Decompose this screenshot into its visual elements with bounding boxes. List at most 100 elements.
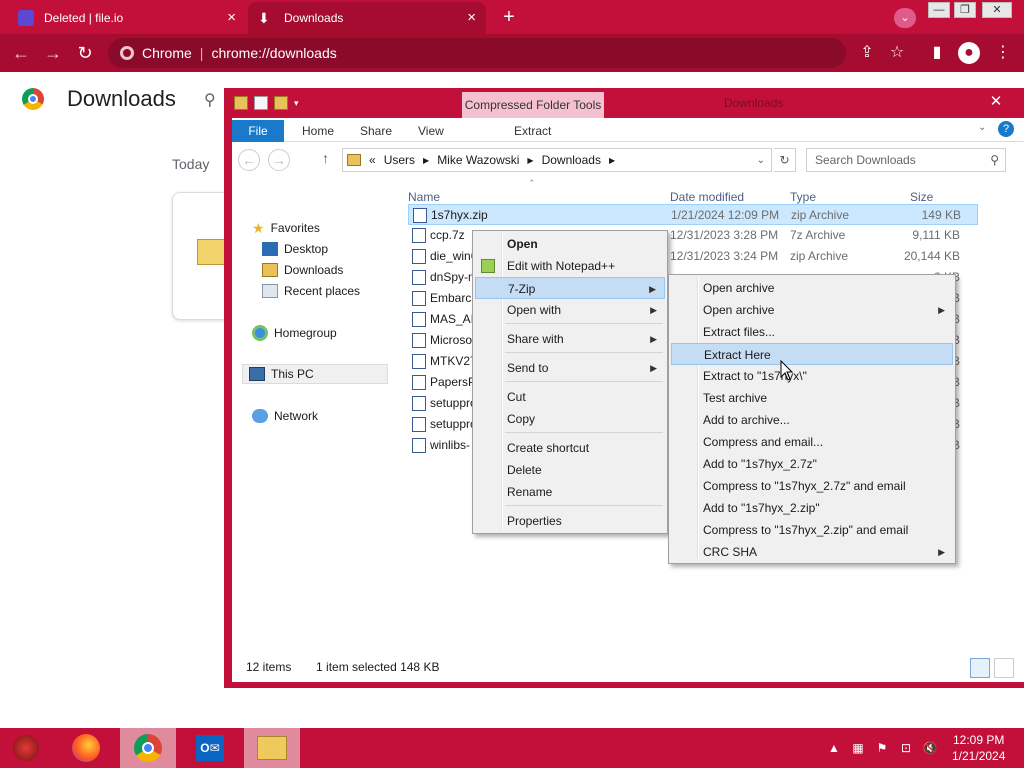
breadcrumb-item-users[interactable]: Users — [384, 153, 415, 167]
nav-item-downloads[interactable]: Downloads — [262, 260, 343, 280]
nav-item-homegroup[interactable]: Homegroup — [252, 323, 337, 343]
tab-extract[interactable]: Extract — [514, 120, 551, 142]
column-header-name[interactable]: Name — [408, 190, 440, 204]
show-hidden-icons-icon[interactable]: ▲ — [826, 740, 842, 756]
menu-item-rename[interactable]: Rename — [475, 481, 665, 503]
share-icon[interactable]: ⇪ — [856, 42, 878, 64]
help-icon[interactable]: ? — [998, 121, 1014, 137]
menu-item-share-with[interactable]: Share with ▶ — [475, 328, 665, 350]
minimize-button[interactable]: — — [928, 2, 950, 18]
tab-share[interactable]: Share — [360, 120, 392, 142]
menu-item-properties[interactable]: Properties — [475, 510, 665, 532]
menu-item-compress-and-email[interactable]: Compress and email... — [671, 431, 953, 453]
breadcrumb-item-user[interactable]: Mike Wazowski — [437, 153, 519, 167]
menu-item-create-shortcut[interactable]: Create shortcut — [475, 437, 665, 459]
breadcrumb[interactable]: « Users ▶ Mike Wazowski ▶ Downloads ▶ ⌄ — [342, 148, 772, 172]
close-window-button[interactable]: ✕ — [974, 92, 1018, 112]
chevron-down-icon[interactable]: ⌄ — [757, 155, 765, 166]
nav-item-this-pc[interactable]: This PC — [242, 364, 388, 384]
up-arrow-icon[interactable]: ↑ — [322, 150, 329, 166]
more-menu-icon[interactable]: ⋮ — [992, 42, 1014, 64]
column-header-type[interactable]: Type — [790, 190, 816, 204]
profile-avatar-icon[interactable]: ● — [958, 42, 980, 64]
menu-item-crc-sha[interactable]: CRC SHA ▶ — [671, 541, 953, 563]
taskbar-file-explorer[interactable] — [244, 728, 300, 768]
taskbar-firefox[interactable] — [58, 728, 114, 768]
menu-item-open[interactable]: Open — [475, 233, 665, 255]
menu-item-compress-zip-email[interactable]: Compress to "1s7hyx_2.zip" and email — [671, 519, 953, 541]
column-header-size[interactable]: Size — [910, 190, 933, 204]
customize-qat-icon[interactable]: ▾ — [294, 96, 299, 112]
menu-item-send-to[interactable]: Send to ▶ — [475, 357, 665, 379]
search-icon[interactable]: ⚲ — [204, 90, 216, 110]
file-io-favicon-icon — [18, 10, 34, 26]
folder-icon[interactable] — [234, 96, 248, 110]
file-row[interactable]: 1s7hyx.zip 1/21/2024 12:09 PM zip Archive 1… — [408, 204, 978, 225]
window-title: Downloads — [724, 96, 784, 110]
menu-item-cut[interactable]: Cut — [475, 386, 665, 408]
menu-item-7zip[interactable]: 7-Zip ▶ — [475, 277, 665, 299]
tab-view[interactable]: View — [418, 120, 444, 142]
volume-muted-icon[interactable]: 🔇 — [922, 740, 938, 756]
forward-arrow-icon[interactable]: → — [42, 43, 64, 65]
tab-home[interactable]: Home — [302, 120, 334, 142]
back-arrow-icon[interactable]: ← — [10, 43, 32, 65]
start-button[interactable] — [0, 728, 52, 768]
tab-downloads[interactable]: ⬇ Downloads × — [248, 2, 486, 34]
chevron-right-icon[interactable]: ▶ — [423, 156, 429, 165]
restore-button[interactable]: ❐ — [954, 2, 976, 18]
new-tab-button[interactable]: + — [498, 7, 520, 28]
tab-search-button[interactable]: ⌄ — [894, 8, 916, 28]
menu-item-delete[interactable]: Delete — [475, 459, 665, 481]
menu-item-open-archive-submenu[interactable]: Open archive ▶ — [671, 299, 953, 321]
address-bar[interactable]: Chrome | chrome://downloads — [108, 38, 846, 68]
taskbar-outlook[interactable]: O✉ — [182, 728, 238, 768]
properties-icon[interactable] — [254, 96, 268, 110]
tray-app-icon[interactable]: ▦ — [850, 740, 866, 756]
close-tab-icon[interactable]: × — [467, 10, 476, 25]
large-icons-view-icon[interactable] — [994, 658, 1014, 678]
network-icon[interactable]: ⊡ — [898, 740, 914, 756]
expand-ribbon-icon[interactable]: ⌄ — [978, 122, 986, 133]
nav-item-network[interactable]: Network — [252, 406, 318, 426]
nav-item-desktop[interactable]: Desktop — [262, 239, 328, 259]
forward-button[interactable]: → — [268, 149, 290, 171]
menu-item-edit-notepadpp[interactable]: Edit with Notepad++ — [475, 255, 665, 277]
menu-item-add-to-zip[interactable]: Add to "1s7hyx_2.zip" — [671, 497, 953, 519]
breadcrumb-item-downloads[interactable]: Downloads — [542, 153, 601, 167]
bookmark-star-icon[interactable]: ☆ — [886, 42, 908, 64]
chevron-right-icon[interactable]: ▶ — [527, 156, 533, 165]
back-button[interactable]: ← — [238, 149, 260, 171]
menu-item-open-archive[interactable]: Open archive — [671, 277, 953, 299]
breadcrumb-overflow[interactable]: « — [369, 153, 376, 167]
taskbar-chrome[interactable] — [120, 728, 176, 768]
menu-item-add-to-archive[interactable]: Add to archive... — [671, 409, 953, 431]
browser-tab-strip: Deleted | file.io × ⬇ Downloads × + ⌄ — … — [0, 0, 1024, 34]
tab-file-io[interactable]: Deleted | file.io × — [8, 2, 246, 34]
tab-file[interactable]: File — [232, 120, 284, 142]
new-folder-icon[interactable] — [274, 96, 288, 110]
menu-item-extract-to[interactable]: Extract to "1s7hyx\" — [671, 365, 953, 387]
menu-item-extract-files[interactable]: Extract files... — [671, 321, 953, 343]
chevron-right-icon[interactable]: ▶ — [609, 156, 615, 165]
nav-item-favorites[interactable]: ★ Favorites — [252, 218, 320, 238]
side-panel-icon[interactable]: ▮ — [926, 42, 948, 64]
clock[interactable]: 12:09 PM 1/21/2024 — [952, 732, 1005, 764]
menu-item-open-with[interactable]: Open with ▶ — [475, 299, 665, 321]
nav-label: Homegroup — [274, 326, 337, 340]
refresh-icon[interactable]: ↻ — [774, 148, 796, 172]
details-view-icon[interactable] — [970, 658, 990, 678]
menu-item-copy[interactable]: Copy — [475, 408, 665, 430]
nav-item-recent[interactable]: Recent places — [262, 281, 360, 301]
menu-item-compress-7z-email[interactable]: Compress to "1s7hyx_2.7z" and email — [671, 475, 953, 497]
menu-item-add-to-7z[interactable]: Add to "1s7hyx_2.7z" — [671, 453, 953, 475]
menu-item-extract-here[interactable]: Extract Here — [671, 343, 953, 365]
search-input[interactable]: Search Downloads ⚲ — [806, 148, 1006, 172]
close-tab-icon[interactable]: × — [227, 10, 236, 25]
close-window-button[interactable]: ✕ — [982, 2, 1012, 18]
action-center-flag-icon[interactable]: ⚑ — [874, 740, 890, 756]
menu-item-test-archive[interactable]: Test archive — [671, 387, 953, 409]
reload-icon[interactable]: ↻ — [74, 43, 96, 65]
column-header-date[interactable]: Date modified — [670, 190, 744, 204]
file-date: 1/21/2024 12:09 PM — [671, 208, 780, 222]
